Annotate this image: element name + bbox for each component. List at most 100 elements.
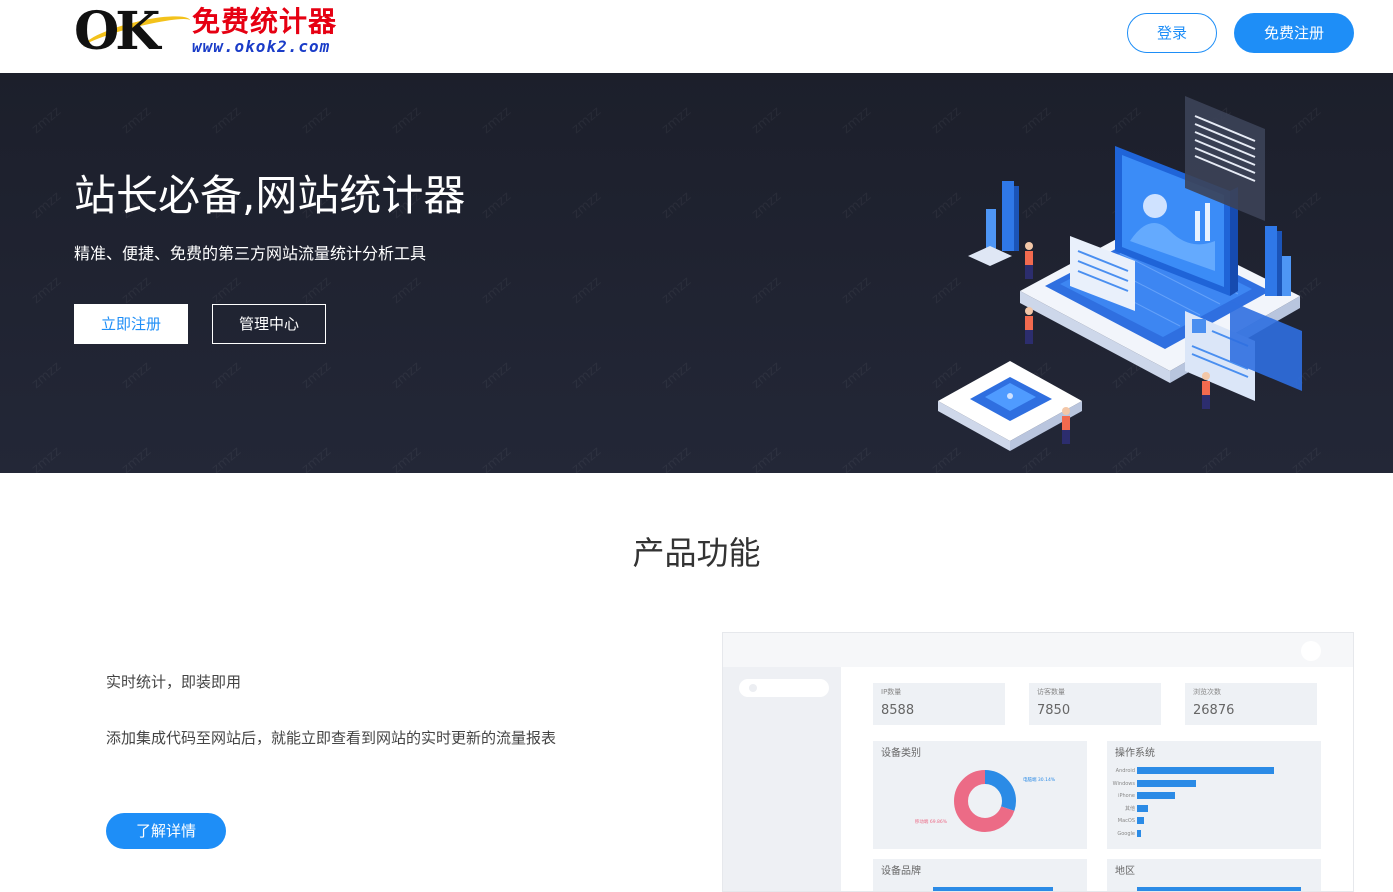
- brand-bar: [933, 887, 1053, 891]
- os-bar: [1137, 804, 1148, 812]
- watermark-text: zmzz: [209, 104, 245, 137]
- top-header: OK 免费统计器 www.okok2.com 登录 免费注册: [0, 0, 1393, 73]
- stat-card: IP数量 8588: [873, 683, 1005, 725]
- watermark-text: zmzz: [659, 444, 695, 473]
- watermark-text: zmzz: [659, 104, 695, 137]
- stat-label: 访客数量: [1037, 688, 1065, 696]
- dashboard-topbar: [723, 633, 1353, 667]
- watermark-text: zmzz: [119, 274, 155, 307]
- feature-description: 添加集成代码至网站后，就能立即查看到网站的实时更新的流量报表: [106, 729, 557, 747]
- watermark-text: zmzz: [299, 274, 335, 307]
- panel-title: 操作系统: [1115, 748, 1155, 759]
- management-center-button[interactable]: 管理中心: [212, 304, 326, 344]
- dashboard-main: IP数量 8588 访客数量 7850 浏览次数 26876 设备类别 电脑端 …: [841, 667, 1353, 891]
- os-bar-label: MacOS: [1117, 818, 1135, 825]
- stat-value: 26876: [1193, 703, 1235, 718]
- search-icon: [749, 684, 757, 692]
- panel-title: 地区: [1115, 866, 1135, 877]
- os-bar: [1137, 792, 1176, 800]
- watermark-text: zmzz: [479, 189, 515, 222]
- watermark-text: zmzz: [29, 189, 65, 222]
- logo-title: 免费统计器: [192, 5, 338, 38]
- watermark-text: zmzz: [569, 104, 605, 137]
- logo-url: www.okok2.com: [192, 37, 331, 56]
- stat-value: 7850: [1037, 703, 1071, 718]
- isometric-analytics-illustration-icon: [938, 96, 1302, 451]
- donut-label: 电脑端 30.14%: [1023, 776, 1056, 783]
- os-bar-label: Android: [1115, 768, 1135, 774]
- register-now-button[interactable]: 立即注册: [74, 304, 188, 344]
- watermark-text: zmzz: [299, 359, 335, 392]
- watermark-text: zmzz: [389, 359, 425, 392]
- dashboard-preview: IP数量 8588 访客数量 7850 浏览次数 26876 设备类别 电脑端 …: [722, 632, 1354, 892]
- section-title: 产品功能: [632, 534, 761, 572]
- donut-label: 移动端 69.86%: [915, 818, 948, 825]
- watermark-text: zmzz: [299, 444, 335, 473]
- watermark-text: zmzz: [479, 274, 515, 307]
- watermark-text: zmzz: [569, 274, 605, 307]
- watermark-text: zmzz: [29, 359, 65, 392]
- hero-banner: zmzz zmzz zmzz zmzz zmzz zmzz zmzz zmzz zmzz zmzz…: [0, 73, 1393, 473]
- feature-title: 实时统计，即装即用: [106, 673, 242, 691]
- stat-card: 访客数量 7850: [1029, 683, 1161, 725]
- watermark-text: zmzz: [569, 189, 605, 222]
- os-bar-label: Windows: [1112, 780, 1135, 787]
- stat-value: 8588: [881, 703, 915, 718]
- watermark-text: zmzz: [29, 104, 65, 137]
- watermark-text: zmzz: [119, 359, 155, 392]
- login-button[interactable]: 登录: [1127, 13, 1217, 53]
- watermark-text: zmzz: [839, 274, 875, 307]
- watermark-text: zmzz: [479, 104, 515, 137]
- os-bar: [1137, 817, 1144, 825]
- watermark-text: zmzz: [839, 189, 875, 222]
- learn-more-button[interactable]: 了解详情: [106, 813, 226, 849]
- device-donut-chart: 电脑端 30.14% 移动端 69.86%: [915, 770, 1056, 832]
- watermark-text: zmzz: [839, 104, 875, 137]
- watermark-text: zmzz: [119, 104, 155, 137]
- watermark-text: zmzz: [659, 189, 695, 222]
- panel-title: 设备品牌: [881, 866, 921, 877]
- free-register-button[interactable]: 免费注册: [1234, 13, 1354, 53]
- watermark-text: zmzz: [569, 444, 605, 473]
- watermark-text: zmzz: [299, 104, 335, 137]
- os-bar: [1137, 830, 1142, 837]
- watermark-text: zmzz: [29, 274, 65, 307]
- region-panel: 地区: [1107, 859, 1321, 891]
- logo-mark: OK: [74, 1, 160, 62]
- watermark-text: zmzz: [389, 274, 425, 307]
- watermark-text: zmzz: [749, 444, 785, 473]
- watermark-text: zmzz: [209, 274, 245, 307]
- watermark-text: zmzz: [839, 359, 875, 392]
- watermark-text: zmzz: [659, 274, 695, 307]
- watermark-text: zmzz: [659, 359, 695, 392]
- avatar: [1301, 641, 1321, 661]
- watermark-text: zmzz: [479, 359, 515, 392]
- stat-label: 浏览次数: [1193, 688, 1221, 696]
- os-bar-label: 其他: [1124, 805, 1135, 812]
- watermark-text: zmzz: [569, 359, 605, 392]
- os-bar-label: Google: [1117, 831, 1135, 837]
- device-type-panel: 设备类别 电脑端 30.14% 移动端 69.86%: [873, 741, 1087, 849]
- device-brand-panel: 设备品牌: [873, 859, 1087, 891]
- os-bar: [1137, 767, 1274, 774]
- watermark-text: zmzz: [209, 444, 245, 473]
- watermark-text: zmzz: [389, 444, 425, 473]
- hero-subtitle: 精准、便捷、免费的第三方网站流量统计分析工具: [74, 244, 427, 263]
- watermark-text: zmzz: [749, 189, 785, 222]
- os-bar-label: iPhone: [1118, 793, 1135, 800]
- watermark-text: zmzz: [119, 444, 155, 473]
- watermark-text: zmzz: [209, 359, 245, 392]
- watermark-text: zmzz: [749, 104, 785, 137]
- stat-card: 浏览次数 26876: [1185, 683, 1317, 725]
- watermark-text: zmzz: [839, 444, 875, 473]
- site-logo[interactable]: OK 免费统计器 www.okok2.com: [74, 4, 364, 60]
- hero-title: 站长必备,网站统计器: [74, 171, 466, 220]
- watermark-text: zmzz: [749, 274, 785, 307]
- watermark-text: zmzz: [389, 104, 425, 137]
- watermark-text: zmzz: [749, 359, 785, 392]
- stat-label: IP数量: [881, 688, 902, 696]
- watermark-text: zmzz: [29, 444, 65, 473]
- os-panel: 操作系统 Android Windows iPhone 其他 MacOS Google: [1107, 741, 1321, 849]
- watermark-text: zmzz: [479, 444, 515, 473]
- os-bar: [1137, 779, 1196, 787]
